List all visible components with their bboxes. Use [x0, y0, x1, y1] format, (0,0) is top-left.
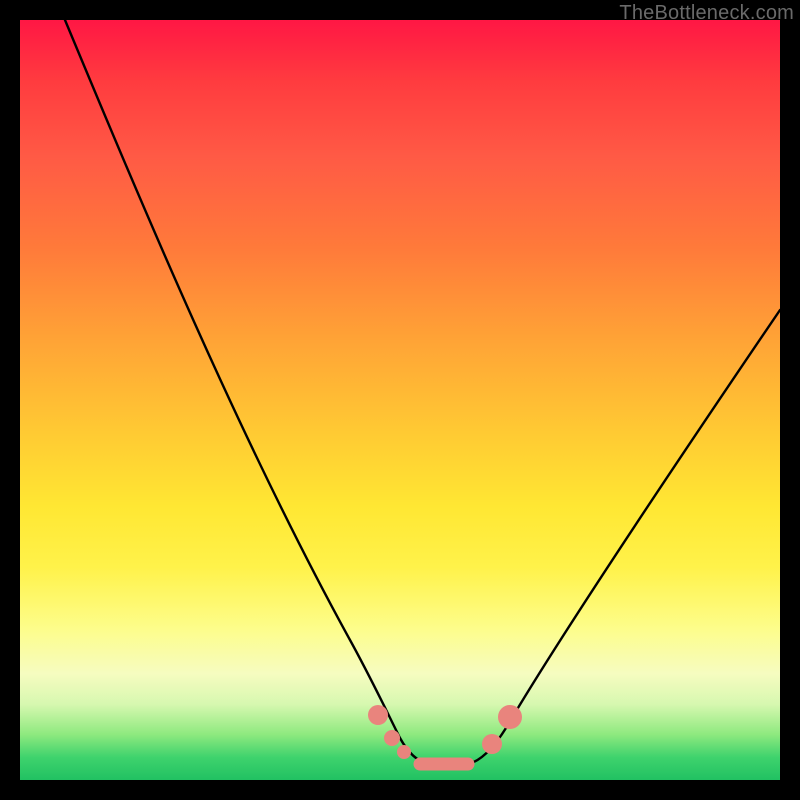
- marker-left-2: [384, 730, 400, 746]
- marker-right-1: [482, 734, 502, 754]
- plot-area: [20, 20, 780, 780]
- marker-left-3: [397, 745, 411, 759]
- marker-right-2: [498, 705, 522, 729]
- bottleneck-curve: [65, 20, 780, 764]
- chart-stage: TheBottleneck.com: [0, 0, 800, 800]
- curve-layer: [20, 20, 780, 780]
- marker-left-1: [368, 705, 388, 725]
- watermark-text: TheBottleneck.com: [619, 2, 794, 25]
